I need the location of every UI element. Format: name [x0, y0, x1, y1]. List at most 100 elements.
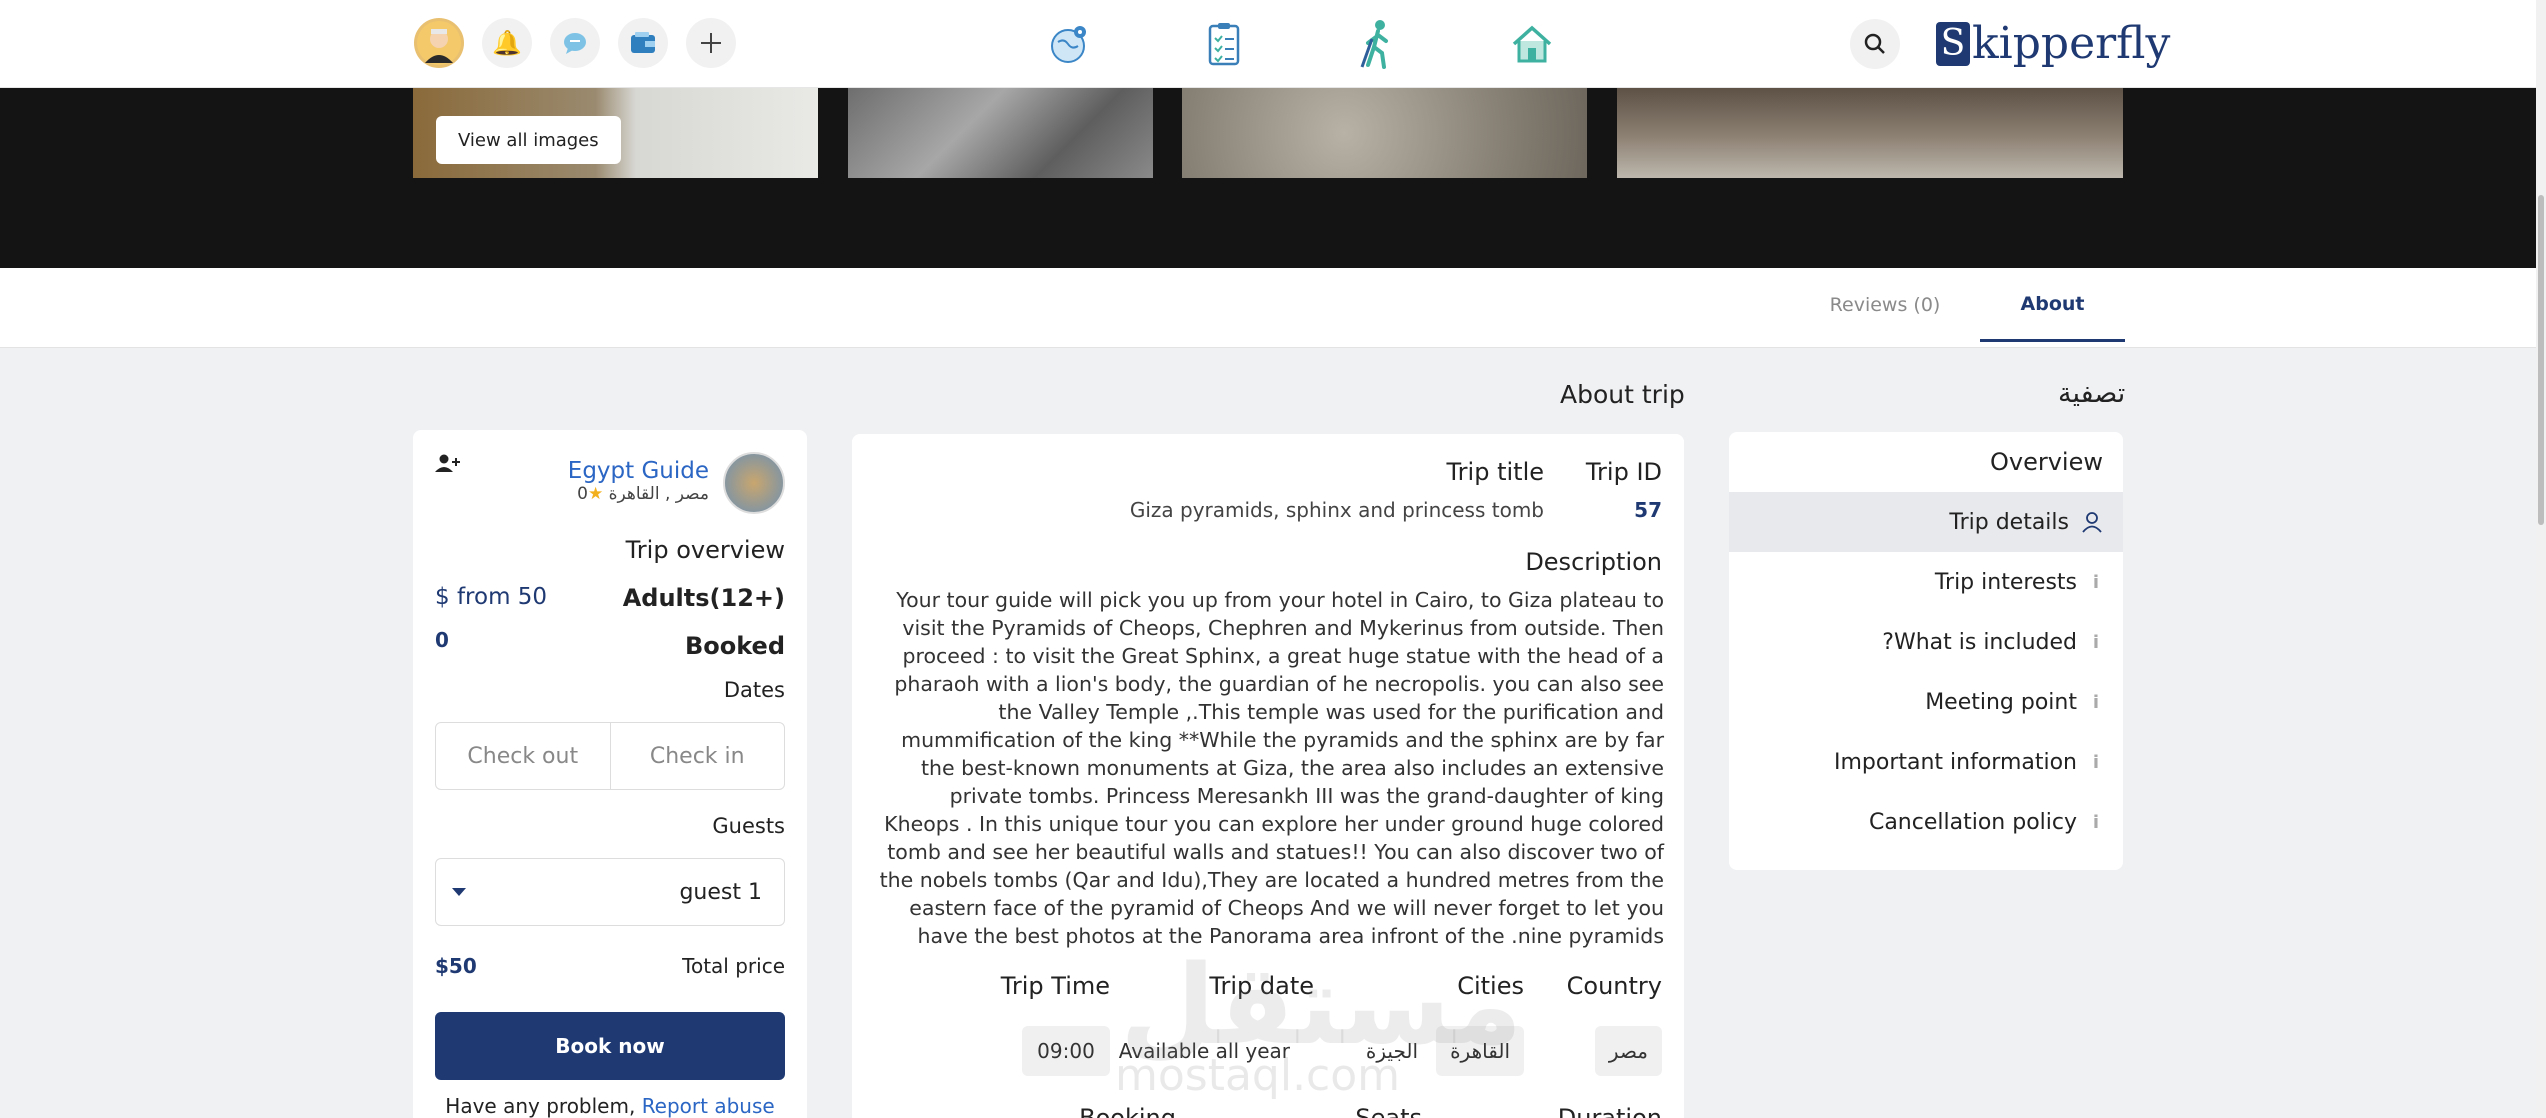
wallet-button[interactable] [618, 18, 668, 68]
notifications-button[interactable]: 🔔 [482, 18, 532, 68]
search-button[interactable] [1850, 18, 1900, 69]
info-icon: i [2092, 751, 2100, 773]
info-icon: i [2092, 571, 2100, 593]
sidebar-item-cancellation-policy[interactable]: Cancellation policy i [1729, 792, 2123, 852]
main-nav [1028, 14, 1574, 74]
total-price-label: Total price [682, 954, 785, 978]
scrollbar-thumb[interactable] [2538, 195, 2544, 525]
info-icon: i [2092, 691, 2100, 713]
chevron-down-icon [452, 888, 466, 896]
info-icon: i [2092, 811, 2100, 833]
guide-avatar[interactable] [723, 452, 785, 514]
duration-label: Duration [1557, 1104, 1662, 1118]
info-icon: i [2092, 631, 2100, 653]
nav-traveler[interactable] [1336, 14, 1420, 74]
plus-icon [701, 33, 721, 53]
trip-title-value: Giza pyramids, sphinx and princess tomb [1129, 498, 1544, 522]
nav-home[interactable] [1490, 14, 1574, 74]
user-avatar[interactable] [414, 18, 464, 68]
logo-text: kipperfly [1972, 18, 2171, 69]
sidebar-item-label: Meeting point [1925, 689, 2077, 715]
user-icon [2082, 512, 2102, 533]
sidebar-item-overview[interactable]: Overview [1729, 432, 2123, 492]
guide-meta: مصر , القاهرة ★0 [577, 484, 709, 504]
messages-button[interactable] [550, 18, 600, 68]
filter-sidebar: Overview Trip details Trip interests i ?… [1729, 432, 2123, 870]
sidebar-item-label: Trip details [1949, 509, 2069, 535]
date-range-picker: Check out Check in [435, 722, 785, 790]
trip-id-value: 57 [1634, 498, 1662, 522]
watermark-arabic: مستقل [1120, 941, 1523, 1069]
sidebar-item-what-included[interactable]: ?What is included i [1729, 612, 2123, 672]
tab-about[interactable]: About [1980, 268, 2125, 342]
gallery-image[interactable] [848, 88, 1153, 178]
filter-title: تصفية [2058, 378, 2126, 409]
gallery-image[interactable] [1182, 88, 1587, 178]
seats-label: Seats [1355, 1104, 1422, 1118]
guide-rating: 0 [577, 484, 588, 504]
country-label: Country [1566, 972, 1662, 1000]
problem-note: Have any problem, Report abuse [413, 1094, 807, 1118]
country-chip: مصر [1594, 1026, 1662, 1076]
guide-name-link[interactable]: Egypt Guide [568, 458, 709, 484]
about-trip-title: About trip [1560, 380, 1685, 409]
sidebar-item-label: Trip interests [1934, 569, 2077, 595]
book-now-button[interactable]: Book now [435, 1012, 785, 1080]
sidebar-item-label: Overview [1990, 448, 2103, 476]
sidebar-item-meeting-point[interactable]: Meeting point i [1729, 672, 2123, 732]
description-label: Description [1525, 548, 1662, 576]
search-icon [1864, 33, 1885, 54]
gallery-image[interactable] [1617, 88, 2123, 178]
booked-label: Booked [684, 632, 785, 660]
sidebar-item-label: ?What is included [1882, 629, 2077, 655]
guests-select[interactable]: guest 1 [435, 858, 785, 926]
logo-initial: S [1936, 21, 1970, 66]
tab-reviews[interactable]: Reviews (0) [1810, 268, 1960, 342]
total-price-value: $50 [435, 954, 477, 978]
sidebar-item-trip-interests[interactable]: Trip interests i [1729, 552, 2123, 612]
add-user-icon [435, 454, 460, 472]
tabs-bar: Reviews (0) About [0, 268, 2536, 348]
follow-guide-button[interactable] [435, 454, 461, 479]
home-icon [1512, 25, 1552, 63]
description-text: Your tour guide will pick you up from yo… [879, 588, 1664, 948]
globe-pin-icon [1051, 26, 1086, 63]
trip-time-chip: 09:00 [1022, 1026, 1110, 1076]
header-right: S kipperfly [1850, 18, 2170, 69]
page-scrollbar[interactable] [2536, 0, 2546, 1118]
report-abuse-link[interactable]: Report abuse [642, 1094, 775, 1118]
adults-label: Adults(12+) [622, 584, 785, 612]
sidebar-item-label: Important information [1833, 749, 2077, 775]
trip-overview-label: Trip overview [625, 536, 785, 564]
chat-icon [564, 33, 586, 54]
booked-count: 0 [435, 628, 449, 652]
wallet-icon [631, 32, 655, 53]
sidebar-item-important-info[interactable]: Important information i [1729, 732, 2123, 792]
star-icon: ★ [587, 484, 604, 504]
add-button[interactable] [686, 18, 736, 68]
nav-checklist[interactable] [1182, 14, 1266, 74]
problem-text: Have any problem, [445, 1094, 636, 1118]
guests-value: guest 1 [679, 879, 762, 905]
nav-explore[interactable] [1028, 14, 1112, 74]
view-all-images-button[interactable]: View all images [436, 116, 621, 164]
guests-label: Guests [712, 814, 785, 838]
walking-traveler-icon [1360, 20, 1388, 69]
booking-card: Egypt Guide مصر , القاهرة ★0 Trip overvi… [413, 430, 807, 1118]
watermark-latin: mostaql.com [1115, 1050, 1401, 1101]
dates-label: Dates [723, 678, 785, 702]
checklist-icon [1208, 23, 1240, 66]
check-out-field[interactable]: Check out [436, 723, 610, 789]
bell-icon: 🔔 [492, 29, 522, 57]
trip-id-label: Trip ID [1585, 458, 1662, 486]
trip-time-label: Trip Time [1000, 972, 1110, 1000]
skipperfly-logo[interactable]: S kipperfly [1936, 18, 2170, 69]
sidebar-item-label: Cancellation policy [1868, 809, 2077, 835]
guide-location: مصر , القاهرة [608, 484, 709, 504]
check-in-field[interactable]: Check in [609, 723, 785, 789]
user-avatar-icon [417, 21, 461, 65]
top-navbar: 🔔 S kipperfly [0, 0, 2536, 88]
sidebar-item-trip-details[interactable]: Trip details [1729, 492, 2123, 552]
trip-title-label: Trip title [1446, 458, 1544, 486]
booking-label: Booking [1079, 1104, 1176, 1118]
